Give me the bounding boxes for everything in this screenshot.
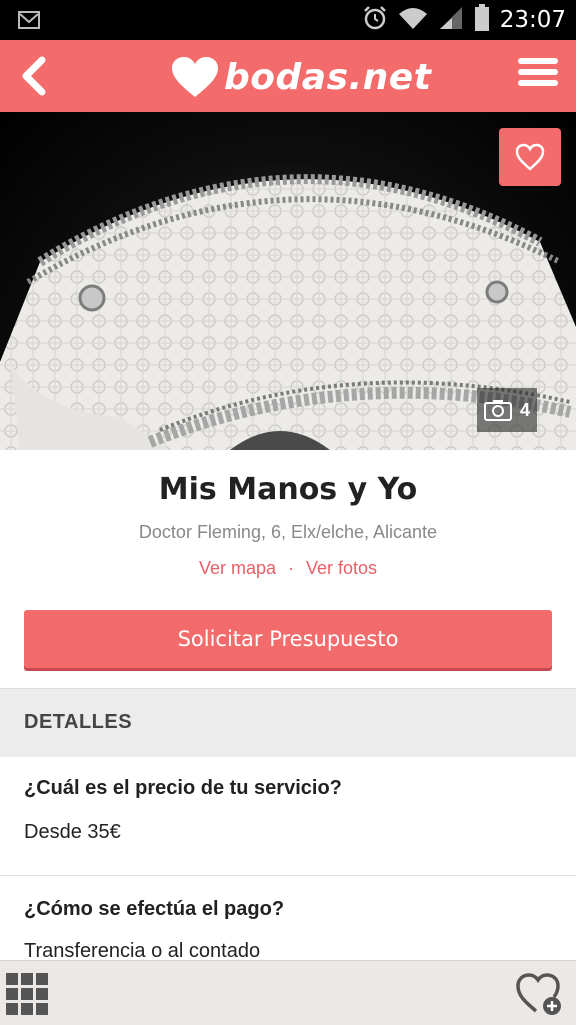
heart-logo-icon bbox=[172, 57, 218, 97]
battery-icon bbox=[474, 3, 490, 37]
detail-answer: Desde 35€ bbox=[24, 821, 121, 843]
app-header: bodas.net bbox=[0, 40, 576, 112]
grid-icon bbox=[6, 973, 18, 985]
view-photos-link[interactable]: Ver fotos bbox=[306, 558, 377, 578]
photo-count: 4 bbox=[519, 399, 530, 420]
bodas-logo[interactable]: bodas.net bbox=[170, 54, 431, 100]
details-section-header: DETALLES bbox=[0, 688, 576, 757]
gmail-notification-icon bbox=[18, 10, 40, 35]
details-title: DETALLES bbox=[24, 711, 133, 733]
request-quote-button[interactable]: Solicitar Presupuesto bbox=[24, 610, 552, 668]
menu-button[interactable] bbox=[518, 54, 560, 98]
signal-icon bbox=[438, 5, 464, 36]
hamburger-icon bbox=[518, 58, 558, 64]
camera-icon bbox=[483, 400, 512, 421]
favorite-button[interactable] bbox=[499, 128, 561, 186]
status-time: 23:07 bbox=[499, 7, 566, 33]
bottom-toolbar bbox=[0, 960, 576, 1025]
heart-outline-icon bbox=[515, 143, 545, 171]
logo-text: bodas.net bbox=[224, 56, 432, 98]
vendor-links: Ver mapa · Ver fotos bbox=[0, 558, 576, 579]
vendor-address: Doctor Fleming, 6, Elx/elche, Alicante bbox=[138, 522, 438, 542]
photo-count-badge[interactable]: 4 bbox=[477, 388, 537, 432]
chevron-left-icon bbox=[22, 56, 46, 96]
status-bar: 23:07 bbox=[0, 0, 576, 40]
view-map-link[interactable]: Ver mapa bbox=[199, 558, 276, 578]
grid-menu-button[interactable] bbox=[6, 973, 48, 1015]
detail-question: ¿Cuál es el precio de tu servicio? bbox=[24, 777, 342, 799]
detail-question: ¿Cómo se efectúa el pago? bbox=[24, 898, 285, 920]
wifi-icon bbox=[398, 6, 428, 35]
back-button[interactable] bbox=[14, 52, 54, 100]
vendor-name: Mis Manos y Yo bbox=[158, 472, 418, 507]
add-favorite-button[interactable] bbox=[514, 969, 564, 1017]
heart-plus-icon bbox=[516, 973, 561, 1015]
alarm-icon bbox=[362, 5, 388, 36]
detail-item: ¿Cuál es el precio de tu servicio? Desde… bbox=[0, 757, 576, 876]
detail-item: ¿Cómo se efectúa el pago? Transferencia … bbox=[0, 876, 576, 966]
link-separator: · bbox=[288, 558, 294, 578]
